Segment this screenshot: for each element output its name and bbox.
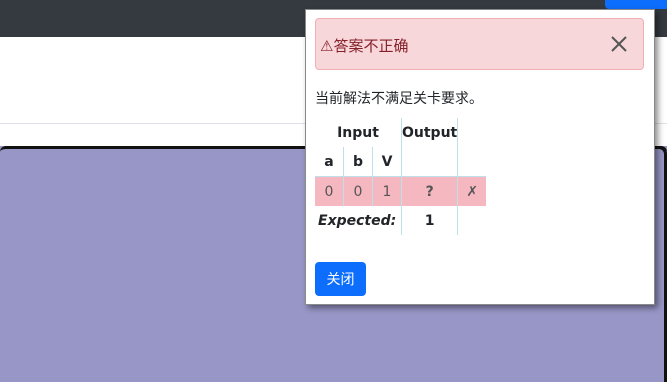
navbar-button[interactable]: [605, 0, 667, 9]
output-header: Output: [401, 118, 459, 147]
error-alert: ⚠答案不正确: [315, 18, 644, 70]
cell-b: 0: [343, 176, 373, 206]
close-icon[interactable]: [605, 30, 633, 58]
result-popup: ⚠答案不正确 当前解法不满足关卡要求。 Input Output a b V 0…: [305, 9, 655, 305]
table-row: 0 0 1 ? ✗: [315, 176, 487, 206]
table-column-row: a b V: [315, 147, 487, 177]
table-header-row: Input Output: [315, 118, 486, 147]
column-b: b: [343, 147, 373, 177]
alert-title: ⚠答案不正确: [320, 37, 409, 55]
result-message: 当前解法不满足关卡要求。: [315, 91, 483, 107]
cell-a: 0: [315, 176, 344, 206]
column-a: a: [315, 147, 344, 177]
truth-table: Input Output a b V 0 0 1 ? ✗ Expected: 1: [315, 118, 487, 235]
expected-row: Expected: 1: [315, 206, 486, 235]
cell-v: 1: [372, 176, 402, 206]
expected-label: Expected:: [315, 206, 402, 235]
expected-value: 1: [401, 206, 459, 235]
fail-mark: ✗: [457, 176, 487, 206]
canvas-frame: [655, 146, 667, 382]
cell-output: ?: [401, 176, 459, 206]
close-button[interactable]: 关闭: [315, 262, 366, 296]
column-v: V: [372, 147, 402, 177]
input-header: Input: [315, 118, 402, 147]
